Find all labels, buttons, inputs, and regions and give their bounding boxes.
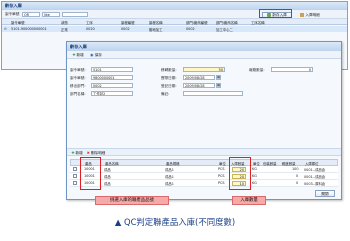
save-button[interactable]: ▣ 保存 bbox=[88, 52, 104, 58]
cell: 樹地加工 bbox=[149, 28, 163, 32]
inbound-button-highlight bbox=[259, 8, 292, 18]
qty-label: 移轉數量: bbox=[161, 68, 177, 72]
dept-field[interactable]: 0002 bbox=[91, 83, 133, 88]
actual-date-label: 實際日期: bbox=[161, 76, 177, 80]
column-header: 工序 bbox=[86, 21, 93, 25]
window-title: 齡存入庫 bbox=[2, 2, 347, 10]
column-header: 部門/廠商名稱 bbox=[216, 21, 238, 25]
cell: PCS bbox=[218, 167, 225, 171]
cell: 0003--原料倉 bbox=[304, 182, 326, 186]
table-row[interactable]: 10001 成品 成品1 PCS 20 KG 100 0001--成品倉 bbox=[70, 166, 338, 173]
calendar-icon[interactable]: ▦ bbox=[216, 83, 221, 88]
dialog-title: 齡存入庫 bbox=[67, 42, 341, 51]
filter-bar: 製令單號 OR like 齡存入庫 入庫明細 bbox=[2, 10, 347, 19]
table-row[interactable]: 10001 成品 成品1 PCS 10 KG 0 0003--原料倉 bbox=[70, 180, 338, 187]
cell: KG bbox=[252, 167, 257, 171]
cell: KG bbox=[252, 181, 257, 185]
cell: 0 bbox=[296, 174, 299, 178]
delete-icon: ✖ bbox=[86, 151, 90, 155]
new-button[interactable]: ✚ 新增 bbox=[70, 52, 86, 58]
cell: 0002 bbox=[186, 27, 195, 31]
filter-label: 製令單號 bbox=[5, 12, 20, 16]
order-no-label: 製令單號: bbox=[70, 68, 86, 72]
cell: 成品 bbox=[104, 168, 111, 172]
cell: 100 bbox=[292, 167, 299, 171]
dialog-toolbar: ✚ 新增 ▣ 保存 bbox=[67, 51, 341, 59]
inbound-dialog: 齡存入庫 ✚ 新增 ▣ 保存 製令單號: 5101 製令單號: 98000000… bbox=[66, 41, 342, 200]
product-callout: 挑選入庫的聯產品品號 bbox=[95, 196, 169, 205]
column-header: 狀態 bbox=[61, 21, 68, 25]
row-checkbox[interactable] bbox=[73, 181, 77, 185]
filter-operator-select[interactable]: like bbox=[42, 12, 60, 17]
actual-date-field[interactable]: 2009/08/28 bbox=[183, 75, 215, 80]
cell: 0001--成品倉 bbox=[304, 168, 326, 172]
cell: 0020 bbox=[86, 27, 95, 31]
list-grid-header: 製令單號 狀態 工序 製程編號 製程名稱 部門/廠商編號 部門/廠商名稱 工序名… bbox=[2, 19, 347, 25]
filter-field-select[interactable]: OR bbox=[22, 12, 40, 17]
table-row[interactable]: 10001 成品 成品1 PCS 20 KG 0 0001--成品倉 bbox=[70, 173, 338, 180]
cell: 成品 bbox=[104, 182, 111, 186]
cell: PCS bbox=[218, 174, 225, 178]
dept-name-field[interactable]: 工作站2 bbox=[91, 91, 133, 96]
remark-label: 備註: bbox=[161, 92, 170, 96]
scrap-qty-field[interactable]: 0 bbox=[271, 67, 313, 72]
product-column-highlight bbox=[80, 157, 101, 190]
qty-callout: 入庫數量 bbox=[232, 196, 266, 205]
cell: 成品1 bbox=[165, 175, 174, 179]
figure-caption: ▲ QC判定聯產品入庫(不同度數) bbox=[114, 217, 236, 227]
column-header: 工序名稱 bbox=[251, 21, 265, 25]
register-date-label: 登記日期: bbox=[161, 84, 177, 88]
column-header: 製令單號 bbox=[11, 21, 25, 25]
cell: KG bbox=[252, 174, 257, 178]
detail-grid-header: 產品 產品名稱 產品規格 單位 入庫數量 單位 包裝數量 輕度數量 入庫庫位 bbox=[70, 159, 338, 166]
cell: 成品1 bbox=[165, 168, 174, 172]
row-selected-icon: ⊙ bbox=[4, 27, 7, 31]
cell: 0002 bbox=[121, 27, 130, 31]
cell: 0 bbox=[296, 181, 299, 185]
qty-column-highlight bbox=[229, 157, 251, 190]
order-no2-field[interactable]: 9800000001 bbox=[91, 75, 133, 80]
detail-icon bbox=[300, 12, 305, 17]
cell: 正常 bbox=[61, 28, 68, 32]
order-no2-label: 製令單號: bbox=[70, 76, 86, 80]
dept-name-label: 部門名稱: bbox=[70, 92, 86, 96]
cell: PCS bbox=[218, 181, 225, 185]
plus-icon: ✚ bbox=[72, 53, 76, 57]
cell: 成品 bbox=[104, 175, 111, 179]
inbound-detail-button[interactable]: 入庫明細 bbox=[295, 12, 325, 18]
save-icon: ▣ bbox=[90, 53, 94, 57]
cell: 加工中心二 bbox=[216, 28, 233, 32]
order-no-field[interactable]: 5101 bbox=[91, 67, 133, 72]
column-header: 製程編號 bbox=[121, 21, 135, 25]
dept-label: 移出部門: bbox=[70, 84, 86, 88]
qty-field[interactable]: 50 bbox=[183, 67, 225, 72]
cell: 0001--成品倉 bbox=[304, 175, 326, 179]
column-header: 部門/廠商編號 bbox=[186, 21, 208, 25]
filter-value-input[interactable] bbox=[62, 12, 88, 17]
close-button[interactable]: 關閉 bbox=[315, 190, 335, 197]
table-row[interactable]: ⊙ 5101-900000000001 正常 0020 0002 樹地加工 00… bbox=[2, 26, 347, 32]
remark-field[interactable] bbox=[183, 91, 243, 96]
add-detail-button[interactable]: ✚ 新增 bbox=[70, 150, 84, 155]
cell: 成品1 bbox=[165, 182, 174, 186]
column-header: 製程名稱 bbox=[149, 21, 163, 25]
cell: 5101-900000000001 bbox=[11, 27, 47, 31]
calendar-icon[interactable]: ▦ bbox=[216, 75, 221, 80]
detail-section-bar: ✚ 新增 ✖ 刪除明細 bbox=[67, 148, 341, 156]
row-checkbox[interactable] bbox=[73, 167, 77, 171]
row-checkbox[interactable] bbox=[73, 174, 77, 178]
scrap-qty-label: 報廢數量: bbox=[249, 68, 265, 72]
delete-detail-button[interactable]: ✖ 刪除明細 bbox=[85, 150, 107, 155]
plus-icon: ✚ bbox=[71, 151, 75, 155]
register-date-field[interactable]: 2009/08/28 bbox=[183, 83, 215, 88]
